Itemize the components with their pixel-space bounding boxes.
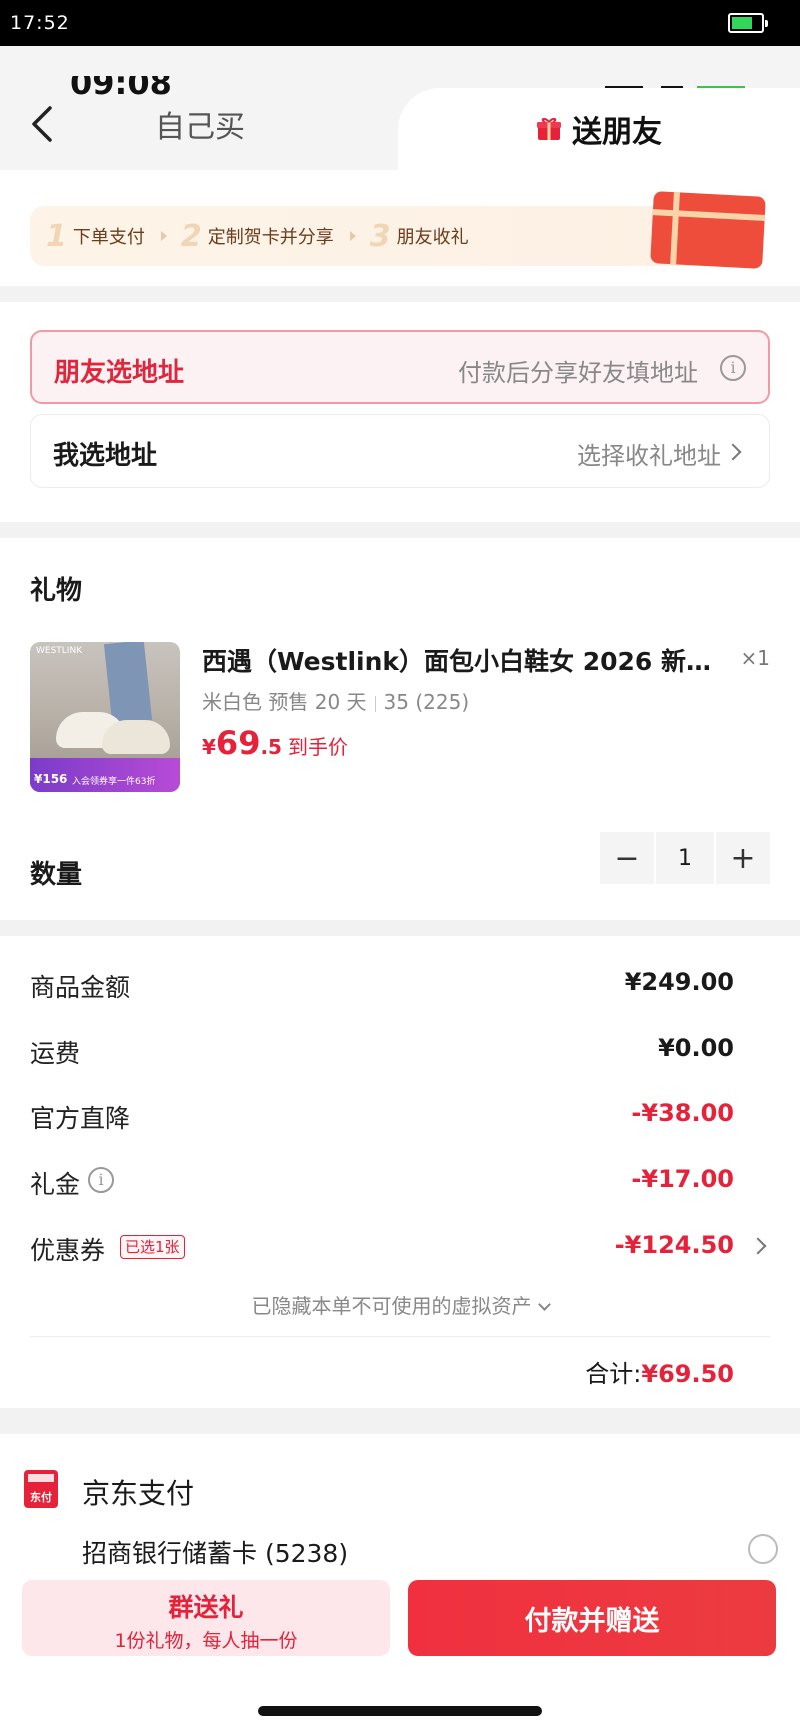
chevron-right-icon <box>724 443 742 461</box>
bank-card-radio[interactable] <box>748 1534 778 1564</box>
pay-and-send-button[interactable]: 付款并赠送 <box>408 1580 776 1656</box>
battery-icon <box>728 13 768 33</box>
increase-quantity-button[interactable]: + <box>716 832 770 884</box>
step-arrow-icon <box>160 231 167 241</box>
product-image-promo: ¥156 入会领券享一件63折 <box>30 758 180 792</box>
bottom-action-bar: 群送礼 1份礼物，每人抽一份 付款并赠送 <box>0 1568 800 1730</box>
my-address-label: 我选地址 <box>53 441 158 471</box>
product-name[interactable]: 西遇（Westlink）面包小白鞋女 2026 新款小白鞋休闲板鞋 <box>202 642 722 678</box>
hidden-assets-toggle[interactable]: 已隐藏本单不可使用的虚拟资产 <box>0 1290 800 1319</box>
product-spec-color: 米白色 预售 20 天 <box>202 690 367 714</box>
quantity-stepper: − 1 + <box>600 832 770 884</box>
friend-address-hint: 付款后分享好友填地址 <box>458 359 698 387</box>
back-arrow-icon[interactable] <box>28 104 58 144</box>
price-summary-card: 商品金额 ¥249.00 运费 ¥0.00 官方直降 -¥38.00 礼金 i … <box>0 936 800 1408</box>
step-3: 3 朋友收礼 <box>369 218 469 254</box>
step-arrow-icon <box>349 231 356 241</box>
decrease-quantity-button[interactable]: − <box>600 832 654 884</box>
main-content: 1 下单支付 2 定制贺卡并分享 3 朋友收礼 朋友选地址 付款后分享好友填地址… <box>0 170 800 1570</box>
coupon-badge: 已选1张 <box>120 1235 185 1259</box>
group-gift-button[interactable]: 群送礼 1份礼物，每人抽一份 <box>22 1580 390 1656</box>
summary-row-discount: 官方直降 -¥38.00 <box>30 1099 734 1133</box>
gift-icon <box>537 117 561 140</box>
step-2: 2 定制贺卡并分享 <box>180 218 334 254</box>
my-address-option[interactable]: 我选地址 选择收礼地址 <box>30 414 770 488</box>
my-address-hint: 选择收礼地址 <box>577 442 721 470</box>
info-icon[interactable]: i <box>88 1167 114 1193</box>
top-navigation: 09:08 自己买 送朋友 <box>0 46 800 170</box>
chevron-down-icon <box>537 1298 551 1311</box>
payment-method-title: 京东支付 <box>82 1477 195 1510</box>
product-image[interactable]: WESTLINK ¥156 入会领券享一件63折 <box>30 642 180 792</box>
step-1: 1 下单支付 <box>46 218 145 254</box>
status-bar: 17:52 <box>0 0 800 46</box>
payment-card: 东付 京东支付 招商银行储蓄卡 (5238) <box>0 1434 800 1570</box>
divider <box>30 1336 770 1337</box>
red-envelope-icon <box>650 191 766 269</box>
gift-card: 礼物 WESTLINK ¥156 入会领券享一件63折 西遇（Westlink）… <box>0 538 800 920</box>
tab-send-friend[interactable]: 送朋友 <box>398 88 800 170</box>
friend-address-label: 朋友选地址 <box>54 358 185 388</box>
bank-card-option[interactable]: 招商银行储蓄卡 (5238) <box>82 1534 348 1570</box>
summary-row-goods: 商品金额 ¥249.00 <box>30 968 734 1002</box>
summary-row-coupon[interactable]: 优惠券 已选1张 -¥124.50 <box>30 1227 734 1267</box>
summary-row-gift-money: 礼金 i -¥17.00 <box>30 1165 734 1199</box>
product-spec-size: 35 (225) <box>383 690 470 714</box>
chevron-right-icon[interactable] <box>749 1237 767 1255</box>
product-price: ¥69.5 到手价 <box>202 724 348 762</box>
home-indicator[interactable] <box>258 1706 542 1716</box>
address-card: 朋友选地址 付款后分享好友填地址 i 我选地址 选择收礼地址 <box>0 302 800 522</box>
gift-section-title: 礼物 <box>30 576 83 606</box>
product-spec: 米白色 预售 20 天 35 (225) <box>202 686 469 715</box>
summary-row-shipping: 运费 ¥0.00 <box>30 1034 734 1068</box>
tab-self-buy[interactable]: 自己买 <box>110 86 290 162</box>
product-quantity-mark: ×1 <box>740 646 770 670</box>
jd-pay-icon: 东付 <box>24 1470 58 1508</box>
tab-send-friend-label: 送朋友 <box>572 115 662 150</box>
product-image-brand: WESTLINK <box>36 646 83 656</box>
quantity-label: 数量 <box>30 860 83 890</box>
gift-steps-banner: 1 下单支付 2 定制贺卡并分享 3 朋友收礼 <box>30 206 752 266</box>
friend-address-option[interactable]: 朋友选地址 付款后分享好友填地址 i <box>30 330 770 404</box>
quantity-value[interactable]: 1 <box>656 832 714 884</box>
gift-steps-card: 1 下单支付 2 定制贺卡并分享 3 朋友收礼 <box>0 170 800 286</box>
status-time: 17:52 <box>10 12 70 34</box>
order-total: 合计:¥69.50 <box>585 1360 734 1388</box>
info-icon[interactable]: i <box>720 355 746 381</box>
